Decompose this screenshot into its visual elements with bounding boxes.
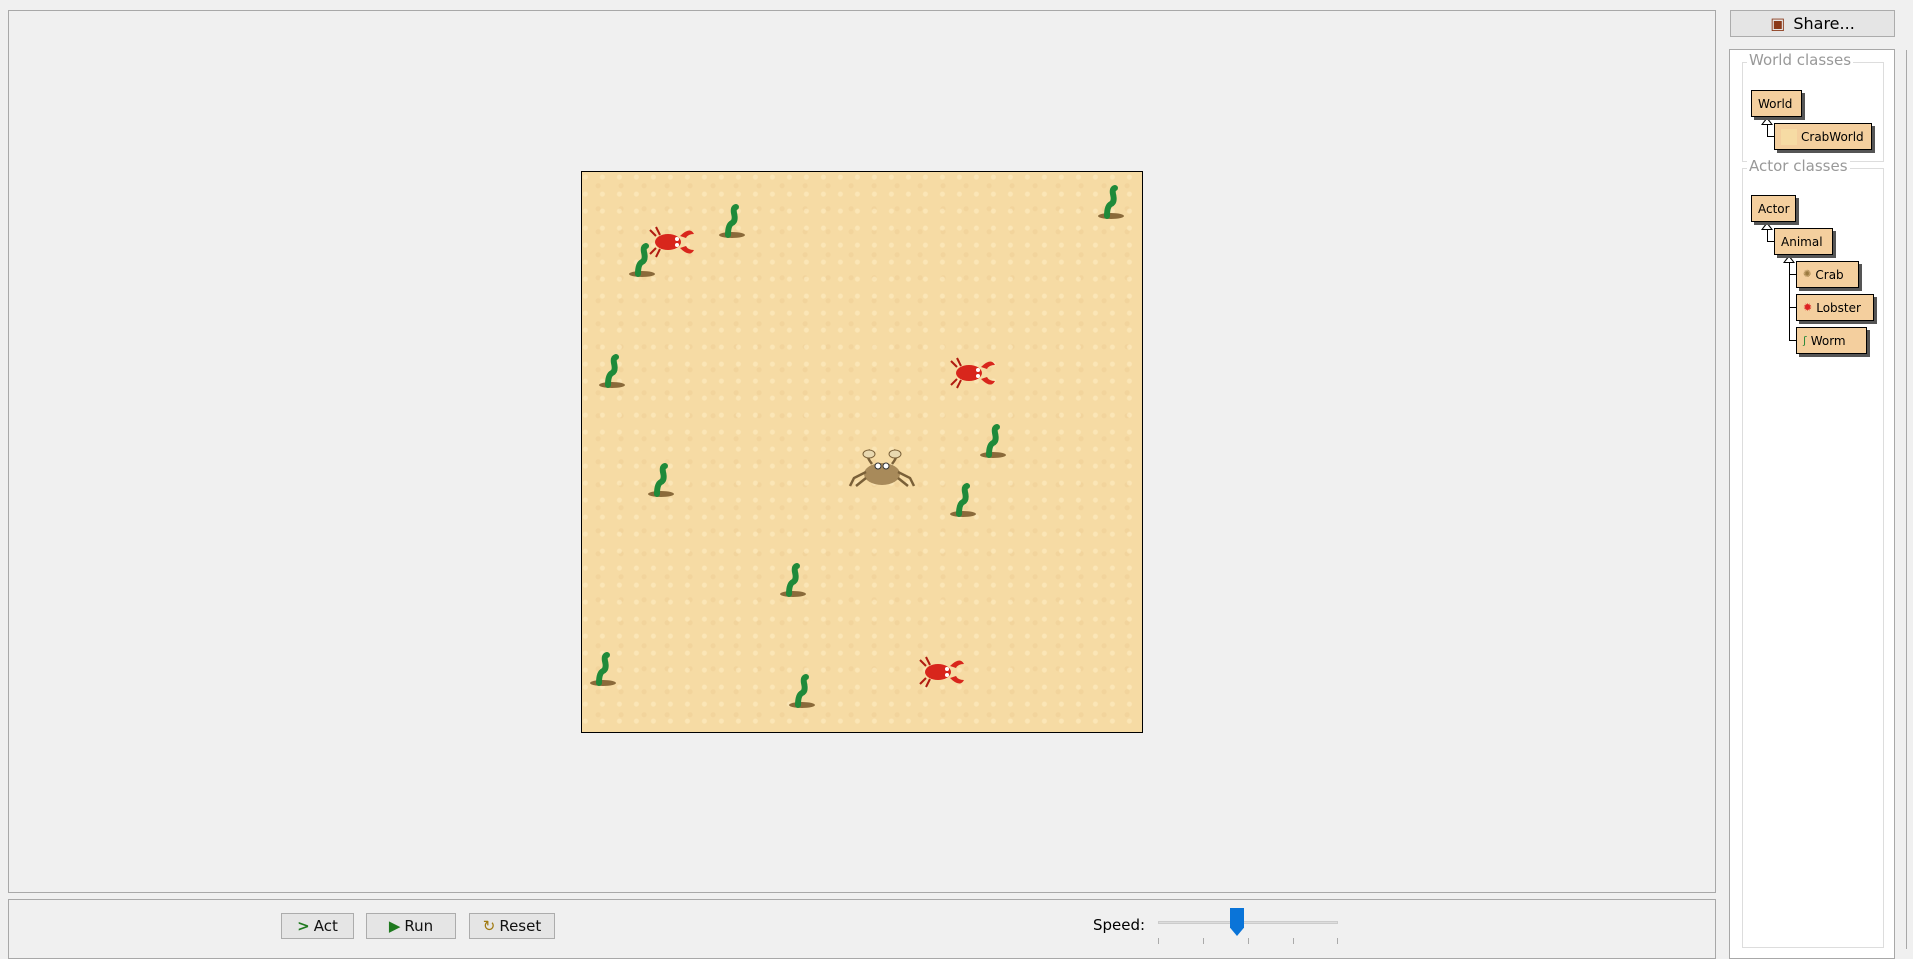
panel-edge bbox=[1906, 50, 1907, 949]
inheritance-arrow bbox=[1761, 222, 1773, 230]
control-panel bbox=[8, 899, 1716, 959]
worm-actor[interactable] bbox=[635, 454, 687, 506]
world-classes-title: World classes bbox=[1747, 51, 1854, 69]
slider-tick bbox=[1158, 938, 1159, 944]
share-button[interactable]: ▣ Share... bbox=[1730, 10, 1895, 37]
class-crab[interactable]: ✺ Crab bbox=[1796, 261, 1859, 288]
play-icon: ▶ bbox=[388, 917, 401, 935]
worm-actor[interactable] bbox=[577, 643, 629, 695]
worm-actor[interactable] bbox=[616, 234, 668, 286]
run-button[interactable]: ▶ Run bbox=[366, 913, 456, 939]
worm-actor[interactable] bbox=[767, 554, 819, 606]
worm-actor[interactable] bbox=[706, 195, 758, 247]
class-world[interactable]: World bbox=[1751, 90, 1802, 117]
actor-classes-title: Actor classes bbox=[1747, 157, 1850, 175]
slider-tick bbox=[1337, 938, 1338, 944]
class-worm[interactable]: ʃ Worm bbox=[1796, 327, 1867, 354]
lobster-actor[interactable] bbox=[916, 646, 968, 698]
easel-icon: ▣ bbox=[1770, 14, 1786, 33]
crab-world[interactable] bbox=[581, 171, 1143, 733]
worm-actor[interactable] bbox=[586, 345, 638, 397]
class-actor[interactable]: Actor bbox=[1751, 195, 1796, 222]
worm-actor[interactable] bbox=[967, 415, 1019, 467]
lobster-actor[interactable] bbox=[947, 347, 999, 399]
worm-actor[interactable] bbox=[937, 474, 989, 526]
act-button[interactable]: > Act bbox=[281, 913, 354, 939]
class-crabworld[interactable]: CrabWorld bbox=[1774, 123, 1872, 150]
class-animal[interactable]: Animal bbox=[1774, 228, 1833, 255]
worm-actor[interactable] bbox=[1085, 176, 1137, 228]
slider-tick bbox=[1293, 938, 1294, 944]
worm-icon: ʃ bbox=[1803, 334, 1807, 347]
class-lobster[interactable]: ✹ Lobster bbox=[1796, 294, 1874, 321]
sand-icon bbox=[1781, 128, 1797, 145]
inheritance-arrow bbox=[1783, 255, 1795, 263]
crab-icon: ✺ bbox=[1803, 269, 1812, 280]
speed-slider[interactable] bbox=[1158, 921, 1338, 924]
lobster-icon: ✹ bbox=[1803, 301, 1813, 314]
inheritance-arrow bbox=[1761, 117, 1773, 125]
slider-tick bbox=[1203, 938, 1204, 944]
reset-icon: ↻ bbox=[482, 917, 496, 935]
reset-button[interactable]: ↻ Reset bbox=[469, 913, 555, 939]
slider-tick bbox=[1248, 938, 1249, 944]
crab-actor[interactable] bbox=[842, 446, 922, 498]
class-browser: World classes Actor classes World CrabWo… bbox=[1729, 49, 1895, 959]
speed-label: Speed: bbox=[1093, 916, 1146, 934]
worm-actor[interactable] bbox=[776, 665, 828, 717]
act-icon: > bbox=[297, 917, 310, 935]
